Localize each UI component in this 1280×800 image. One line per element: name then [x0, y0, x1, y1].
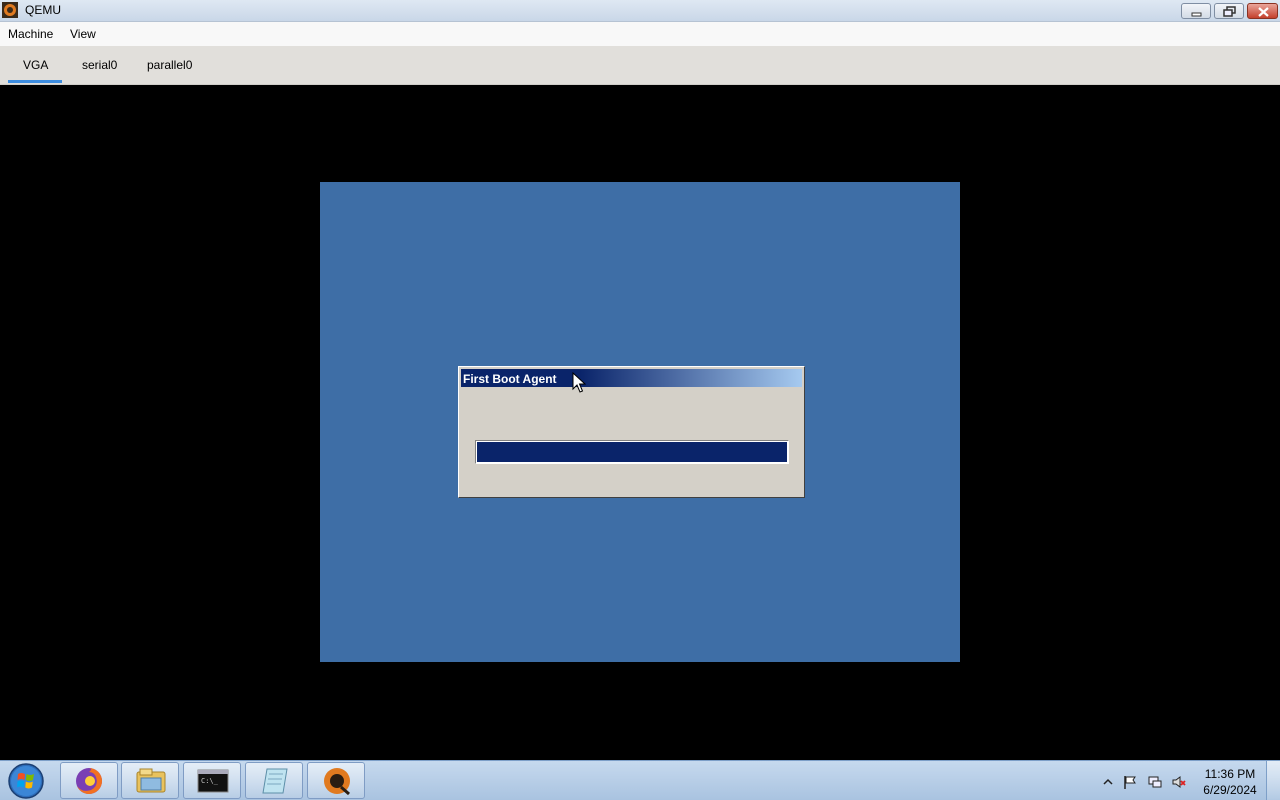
- volume-muted-icon[interactable]: [1171, 774, 1187, 790]
- minimize-icon: [1191, 12, 1202, 17]
- show-hidden-icons-chevron[interactable]: [1100, 774, 1116, 790]
- tab-parallel0[interactable]: parallel0: [147, 58, 192, 72]
- menubar: Machine View: [0, 22, 1280, 46]
- window-title: QEMU: [25, 3, 61, 17]
- qemu-icon: [2, 2, 18, 18]
- mouse-cursor-icon: [572, 372, 586, 393]
- svg-text:C:\_: C:\_: [201, 777, 219, 785]
- taskbar-notepad[interactable]: [245, 762, 303, 799]
- progress-bar: [475, 440, 789, 464]
- taskbar: C:\_ 11:36 PM 6/29/2024: [0, 760, 1280, 800]
- network-icon[interactable]: [1147, 774, 1163, 790]
- tab-serial0[interactable]: serial0: [82, 58, 117, 72]
- active-tab-indicator: [8, 80, 62, 83]
- taskbar-firefox[interactable]: [60, 762, 118, 799]
- command-prompt-icon: C:\_: [197, 769, 229, 793]
- menu-view[interactable]: View: [70, 27, 96, 41]
- tab-bar: VGA serial0 parallel0: [0, 46, 1280, 85]
- clock-date[interactable]: 6/29/2024: [1198, 783, 1262, 797]
- notepad-icon: [262, 768, 288, 794]
- restore-button[interactable]: [1214, 3, 1244, 19]
- dialog-titlebar[interactable]: First Boot Agent: [461, 369, 802, 387]
- minimize-button[interactable]: [1181, 3, 1211, 19]
- close-icon: [1258, 7, 1269, 17]
- first-boot-agent-dialog: First Boot Agent: [458, 366, 805, 498]
- show-desktop-button[interactable]: [1266, 761, 1280, 800]
- firefox-icon: [76, 768, 102, 794]
- action-center-flag-icon[interactable]: [1122, 774, 1138, 790]
- menu-machine[interactable]: Machine: [8, 27, 53, 41]
- clock-time[interactable]: 11:36 PM: [1198, 767, 1262, 781]
- taskbar-qemu[interactable]: [307, 762, 365, 799]
- start-button[interactable]: [7, 762, 45, 800]
- progress-fill: [477, 442, 787, 462]
- qemu-icon: [324, 768, 350, 796]
- close-button[interactable]: [1247, 3, 1278, 19]
- window-titlebar[interactable]: QEMU: [0, 0, 1280, 22]
- dialog-title: First Boot Agent: [463, 372, 557, 386]
- file-explorer-icon: [136, 768, 166, 793]
- taskbar-file-explorer[interactable]: [121, 762, 179, 799]
- taskbar-command-prompt[interactable]: C:\_: [183, 762, 241, 799]
- restore-icon: [1223, 6, 1236, 17]
- tab-vga[interactable]: VGA: [23, 58, 48, 72]
